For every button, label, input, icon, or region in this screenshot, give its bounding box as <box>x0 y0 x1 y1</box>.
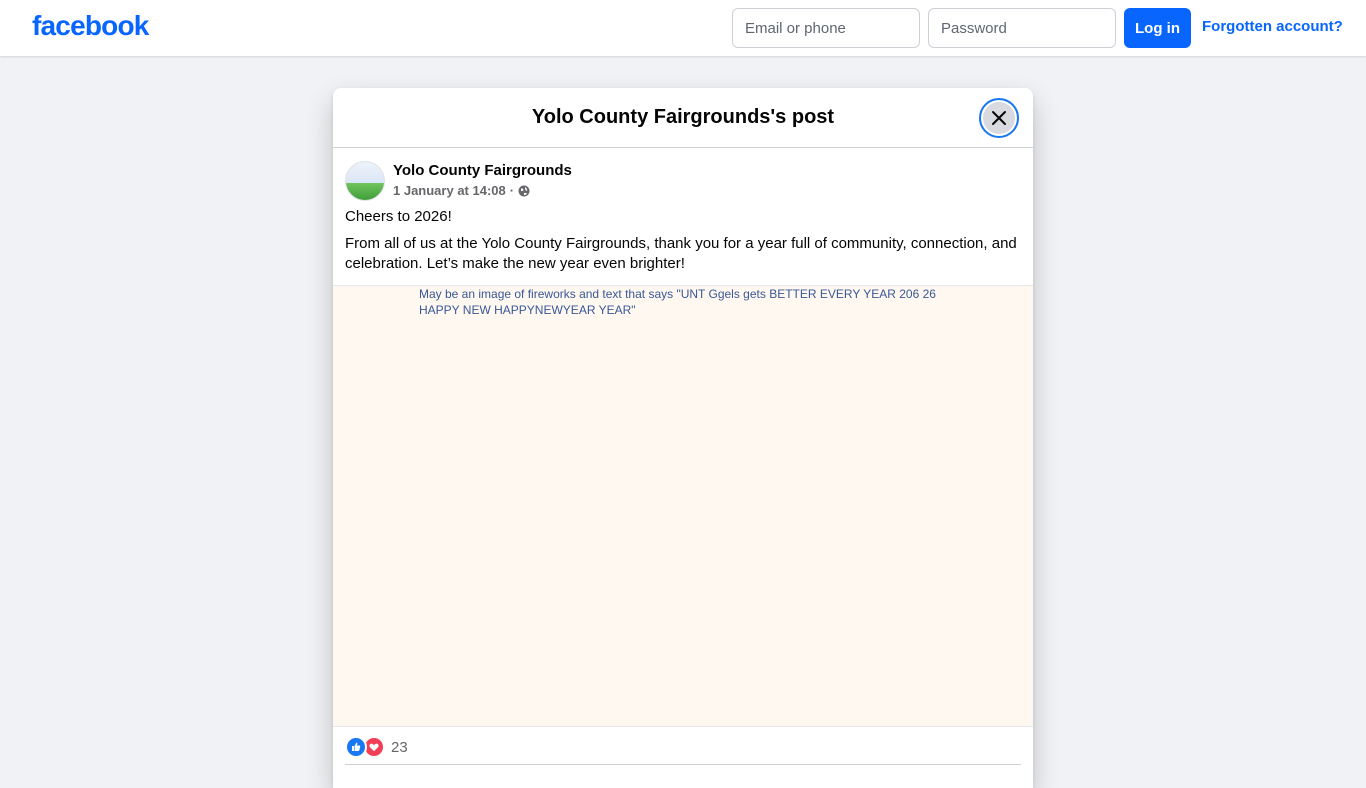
post-text-heading: Cheers to 2026! <box>345 208 452 225</box>
dialog-title: Yolo County Fairgrounds's post <box>531 106 835 128</box>
password-input[interactable] <box>928 8 1116 48</box>
reaction-count: 23 <box>391 738 408 756</box>
author-avatar[interactable] <box>345 161 385 201</box>
post-dialog: Yolo County Fairgrounds's post Yolo Coun… <box>333 88 1033 788</box>
post-image[interactable]: May be an image of fireworks and text th… <box>333 285 1033 727</box>
email-input[interactable] <box>732 8 920 48</box>
meta-separator: · <box>509 183 515 198</box>
close-button[interactable] <box>979 98 1019 138</box>
image-alt-text: May be an image of fireworks and text th… <box>419 287 936 317</box>
post-text-body: From all of us at the Yolo County Fairgr… <box>345 235 1017 272</box>
reaction-summary[interactable]: 23 <box>345 736 408 758</box>
actions-divider <box>345 764 1021 765</box>
login-button[interactable]: Log in <box>1124 8 1191 48</box>
author-name[interactable]: Yolo County Fairgrounds <box>393 162 572 179</box>
globe-icon <box>518 185 530 196</box>
top-navigation-bar: facebook Log in Forgotten account? <box>0 0 1366 56</box>
dialog-header: Yolo County Fairgrounds's post <box>333 88 1033 148</box>
post-timestamp[interactable]: 1 January at 14:08 <box>393 183 506 198</box>
post-meta: 1 January at 14:08 · <box>393 183 530 198</box>
close-icon <box>992 111 1006 125</box>
facebook-logo[interactable]: facebook <box>32 10 149 42</box>
like-icon <box>345 736 367 758</box>
forgotten-account-link[interactable]: Forgotten account? <box>1202 18 1343 35</box>
